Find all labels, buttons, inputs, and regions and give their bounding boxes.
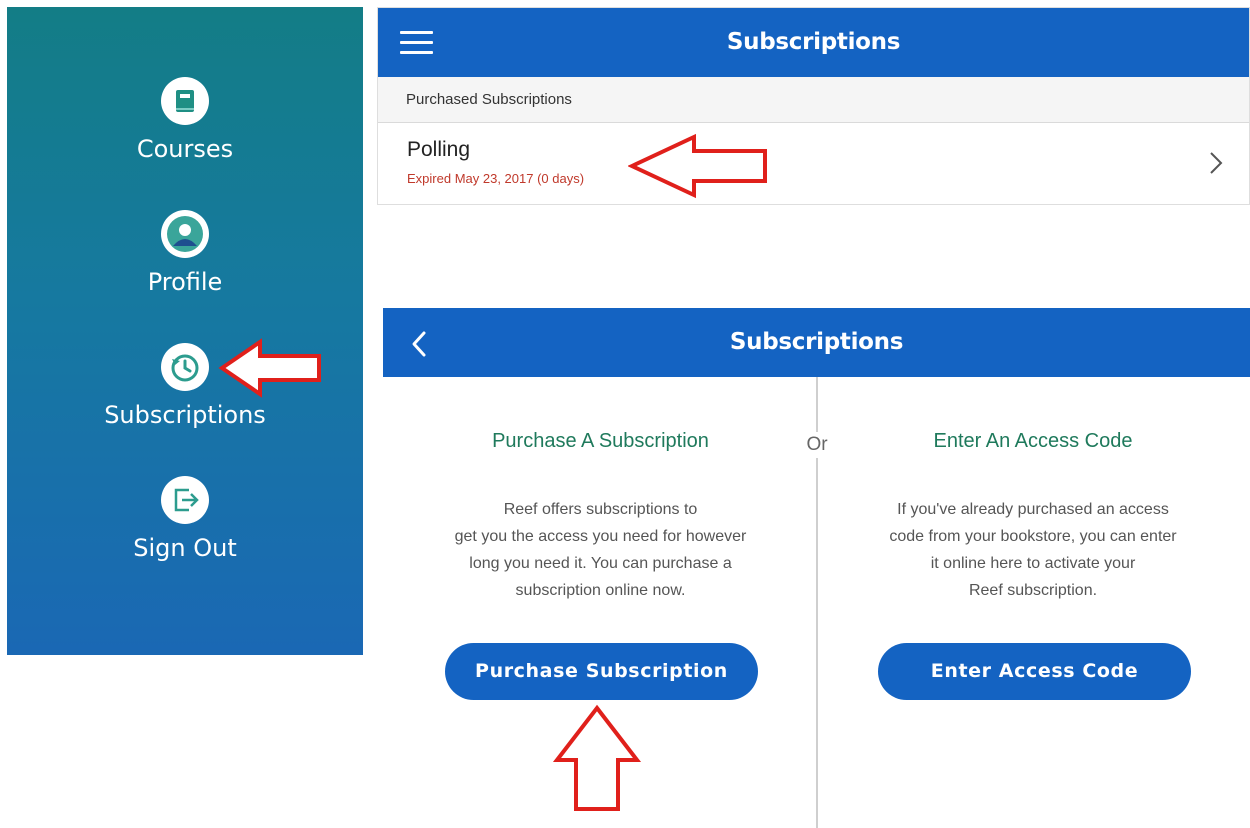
subscriptions-list-panel: Subscriptions Purchased Subscriptions Po… [377,7,1250,205]
person-icon [161,210,209,258]
page-title: Subscriptions [726,29,901,55]
access-code-heading: Enter An Access Code [933,430,1133,452]
sign-out-icon [161,476,209,524]
or-separator: Or [796,432,838,458]
section-header: Purchased Subscriptions [378,77,1249,123]
page-title: Subscriptions [729,329,904,355]
description-line: long you need it. You can purchase a [469,555,732,572]
access-code-description: If you've already purchased an access co… [848,496,1218,604]
app-bar: Subscriptions [378,8,1249,77]
app-bar: Subscriptions [383,308,1250,377]
description-line: Reef subscription. [968,582,1098,599]
description-line: code from your bookstore, you can enter [889,528,1177,545]
subscription-options-panel: Subscriptions Or Purchase A Subscription… [383,308,1250,828]
description-line: subscription online now. [515,582,686,599]
sidebar-item-label: Courses [136,135,234,163]
chevron-right-icon [1210,152,1223,174]
sidebar-item-courses[interactable]: Courses [7,77,363,163]
description-line: If you've already purchased an access [897,501,1169,518]
book-icon [161,77,209,125]
description-line: Reef offers subscriptions to [503,501,698,518]
subscription-status: Expired May 23, 2017 (0 days) [407,171,585,186]
clock-history-icon [161,343,209,391]
subscription-name: Polling [407,138,471,161]
annotation-arrow-left-icon [628,133,767,199]
purchase-subscription-button[interactable]: Purchase Subscription [445,643,758,700]
sidebar-item-label: Subscriptions [104,401,266,429]
sidebar-item-profile[interactable]: Profile [7,210,363,296]
annotation-arrow-up-icon [552,704,642,811]
description-line: get you the access you need for however [454,528,747,545]
sidebar-nav: Courses Profile Subscriptions Sign Out [7,7,363,655]
description-line: it online here to activate your [930,555,1136,572]
sidebar-item-sign-out[interactable]: Sign Out [7,476,363,562]
enter-access-code-button[interactable]: Enter Access Code [878,643,1191,700]
purchase-description: Reef offers subscriptions to get you the… [413,496,788,604]
sidebar-item-label: Sign Out [133,534,237,562]
annotation-arrow-left-icon [218,338,321,398]
sidebar-item-label: Profile [147,268,223,296]
subscription-row[interactable]: Polling Expired May 23, 2017 (0 days) [378,123,1249,205]
section-header-label: Purchased Subscriptions [406,91,572,108]
purchase-heading: Purchase A Subscription [492,430,709,452]
